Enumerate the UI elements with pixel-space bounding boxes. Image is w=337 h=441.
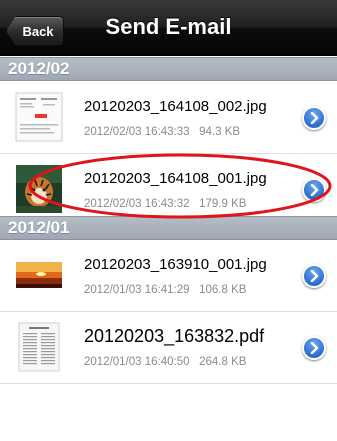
detail-disclosure-button[interactable] — [302, 178, 326, 202]
file-date: 2012/02/03 16:43:32 — [84, 198, 190, 210]
navigation-bar: Back Send E-mail — [0, 0, 337, 56]
file-date: 2012/01/03 16:40:50 — [84, 356, 190, 368]
file-name: 20120203_163910_001.jpg — [84, 256, 267, 273]
chevron-right-icon — [310, 342, 319, 354]
file-name: 20120203_164108_002.jpg — [84, 98, 267, 115]
file-size: 264.8 KB — [199, 356, 247, 368]
page-title: Send E-mail — [105, 14, 232, 39]
file-row[interactable]: 20120203_163910_001.jpg 2012/01/03 16:41… — [0, 240, 337, 312]
file-name: 20120203_163832.pdf — [84, 326, 265, 346]
file-meta: 2012/01/03 16:41:29 106.8 KB — [84, 284, 246, 296]
file-name: 20120203_164108_001.jpg — [84, 170, 267, 187]
file-meta: 2012/02/03 16:43:33 94.3 KB — [84, 126, 240, 138]
detail-disclosure-button[interactable] — [302, 336, 326, 360]
detail-disclosure-button[interactable] — [302, 264, 326, 288]
file-row[interactable]: 20120203_164108_002.jpg 2012/02/03 16:43… — [0, 82, 337, 154]
chevron-right-icon — [310, 184, 319, 196]
section-header-2012-01: 2012/01 — [0, 216, 337, 240]
file-size: 179.9 KB — [199, 198, 247, 210]
sunset-photo-thumbnail — [16, 262, 62, 288]
chevron-right-icon — [310, 112, 319, 124]
section-header-2012-02: 2012/02 — [0, 57, 337, 81]
file-meta: 2012/01/03 16:40:50 264.8 KB — [84, 356, 246, 368]
file-meta: 2012/02/03 16:43:32 179.9 KB — [84, 198, 246, 210]
file-size: 94.3 KB — [199, 126, 241, 138]
file-date: 2012/02/03 16:43:33 — [84, 126, 190, 138]
pdf-page-thumbnail — [18, 322, 60, 372]
document-thumbnail — [15, 92, 63, 142]
file-date: 2012/01/03 16:41:29 — [84, 284, 190, 296]
file-row[interactable]: 20120203_163832.pdf 2012/01/03 16:40:50 … — [0, 312, 337, 384]
file-size: 106.8 KB — [199, 284, 247, 296]
detail-disclosure-button[interactable] — [302, 106, 326, 130]
tiger-photo-thumbnail — [16, 165, 62, 213]
chevron-right-icon — [310, 270, 319, 282]
